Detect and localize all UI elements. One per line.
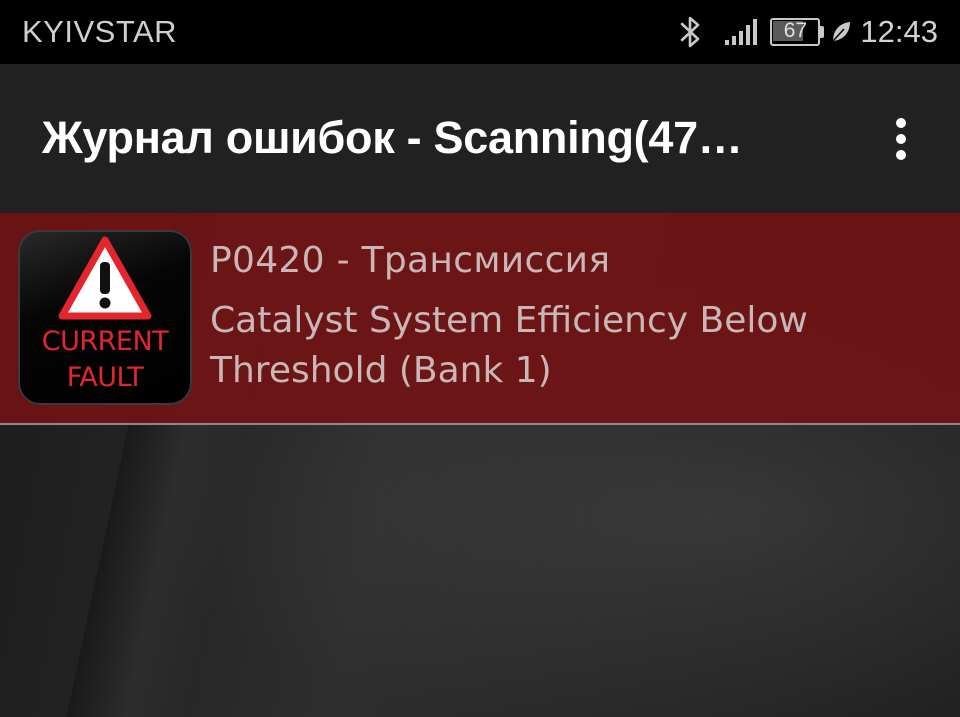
battery-icon: 67 bbox=[770, 18, 825, 46]
more-options-button[interactable] bbox=[876, 104, 926, 174]
current-fault-icon: CURRENT FAULT bbox=[18, 230, 192, 405]
page-title: Журнал ошибок - Scanning(47… bbox=[42, 112, 743, 163]
signal-icon bbox=[725, 19, 758, 45]
carrier-name: KYIVSTAR bbox=[22, 14, 178, 49]
clock: 12:43 bbox=[860, 14, 938, 49]
fault-icon-label-current: CURRENT bbox=[41, 326, 169, 357]
bluetooth-icon bbox=[681, 16, 700, 48]
app-bar: Журнал ошибок - Scanning(47… bbox=[0, 64, 960, 213]
more-vert-icon bbox=[896, 118, 906, 128]
battery-saver-leaf-icon bbox=[832, 22, 851, 42]
fault-icon-label-fault: FAULT bbox=[66, 362, 144, 393]
more-vert-icon-dot bbox=[896, 150, 906, 160]
battery-level: 67 bbox=[783, 19, 808, 42]
warning-icon bbox=[58, 236, 152, 320]
fault-code: P0420 - Трансмиссия bbox=[210, 240, 611, 281]
status-icons: 67 12:43 bbox=[678, 0, 938, 64]
fault-description: Catalyst System Efficiency Below Thresho… bbox=[210, 300, 808, 391]
more-vert-icon-dot bbox=[896, 134, 906, 144]
status-bar: KYIVSTAR 67 12:43 bbox=[0, 0, 960, 64]
